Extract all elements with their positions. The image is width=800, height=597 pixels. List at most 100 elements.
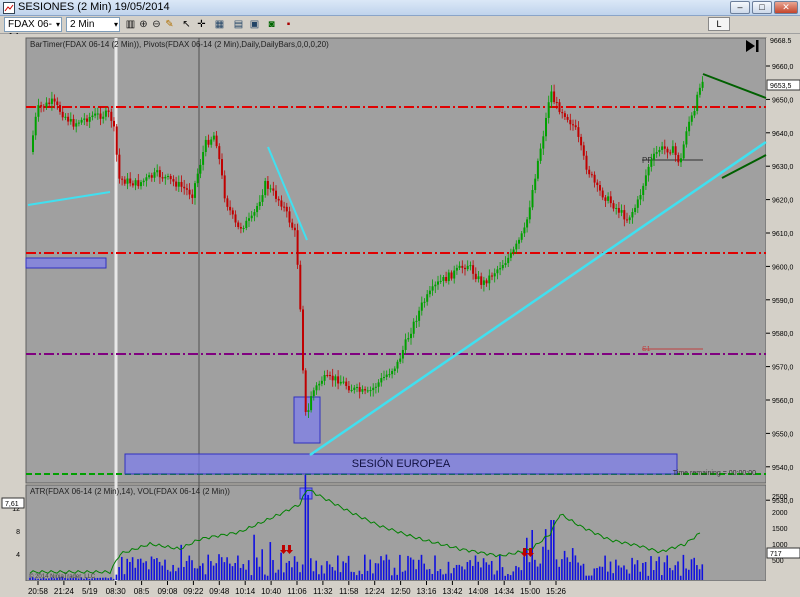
volume-bar (585, 575, 587, 580)
candle-body (585, 155, 588, 170)
volume-bar (301, 564, 304, 580)
volume-bar (677, 561, 679, 580)
zoom-out-icon[interactable]: ⊖ (150, 18, 163, 31)
zone-box[interactable] (25, 257, 107, 269)
chart-area[interactable]: BarTimer(FDAX 06-14 (2 Min)), Pivots(FDA… (0, 34, 800, 597)
candle-body (347, 385, 350, 391)
volume-bar (250, 575, 253, 580)
volume-bar (563, 550, 566, 580)
template-icon[interactable]: ▣ (248, 18, 261, 31)
candle-body (690, 115, 693, 122)
volume-bar (480, 567, 482, 580)
properties-icon[interactable]: ▦ (213, 18, 226, 31)
volume-bar (123, 574, 126, 580)
candle-body (312, 390, 315, 397)
candle-body (204, 139, 207, 153)
volume-bar (631, 557, 633, 580)
pointer-icon[interactable]: ↖ (180, 18, 193, 31)
price-panel[interactable] (25, 37, 767, 484)
volume-bar (523, 556, 525, 580)
volume-bar (420, 554, 423, 580)
volume-bar (312, 571, 315, 580)
candle-body (644, 175, 647, 186)
volume-bar (455, 564, 458, 580)
candle-body (310, 396, 313, 411)
crosshair-icon[interactable]: ✛ (195, 18, 208, 31)
time-tick-label: 14:34 (494, 587, 515, 596)
candle-body (277, 198, 280, 201)
volume-bar (210, 561, 212, 580)
volume-bar (609, 561, 612, 580)
link-button[interactable]: L (708, 17, 730, 31)
minimize-button[interactable]: – (730, 1, 750, 14)
volume-bar (596, 568, 598, 580)
candle-body (682, 144, 685, 159)
volume-bar (669, 567, 671, 580)
volume-bar (180, 544, 182, 580)
candle-body (431, 286, 434, 291)
zone-box[interactable] (293, 396, 321, 444)
candle-body (685, 131, 688, 145)
candle-body (474, 273, 477, 280)
candle-body (596, 182, 599, 186)
candle-body (526, 219, 529, 228)
volume-bar (617, 565, 620, 580)
interval-selector[interactable]: 2 Min ▾ (66, 17, 120, 32)
candle-body (661, 146, 664, 150)
interval-value: 2 Min (70, 19, 95, 30)
data-box-icon[interactable]: ▤ (232, 18, 245, 31)
volume-bar (229, 563, 231, 580)
candle-body (671, 146, 674, 153)
candle-body (520, 233, 523, 240)
candle-body (345, 381, 348, 386)
candle-body (329, 375, 331, 377)
time-tick-label: 11:32 (313, 587, 333, 596)
volume-bar (366, 570, 369, 580)
volume-bar (258, 566, 261, 580)
volume-bar (404, 570, 407, 580)
candle-body (696, 94, 699, 111)
volume-bar (112, 578, 115, 580)
volume-bar (515, 565, 517, 580)
candle-body (620, 210, 623, 213)
zoom-in-icon[interactable]: ⊕ (137, 18, 150, 31)
volume-bar (580, 565, 582, 580)
draw-tool-icon[interactable]: ✎ (163, 18, 176, 31)
volume-bar (598, 566, 601, 580)
indicator-panel[interactable] (25, 484, 767, 582)
volume-bar (620, 567, 623, 580)
volume-bar (682, 554, 685, 580)
volume-bar (196, 568, 199, 580)
volume-bar (625, 569, 628, 580)
time-tick-label: 13:42 (442, 587, 463, 596)
volume-bar (315, 560, 317, 580)
candle-body (61, 111, 64, 118)
maximize-button[interactable]: □ (752, 1, 772, 14)
candle-body (590, 174, 593, 176)
candle-body (509, 252, 512, 258)
candle-body (115, 126, 118, 155)
volume-bar (218, 554, 220, 580)
candle-body (91, 115, 94, 118)
candle-body (518, 239, 520, 244)
candle-body (434, 284, 437, 287)
time-tick-label: 20:58 (28, 587, 49, 596)
atr-tick-label: 8 (16, 529, 20, 536)
candle-body (110, 111, 113, 121)
strategy-icon[interactable]: ◙ (265, 18, 278, 31)
pdf-icon[interactable]: ▪ (282, 18, 295, 31)
instrument-selector[interactable]: FDAX 06-14▾ (4, 17, 62, 43)
close-button[interactable]: ✕ (774, 1, 798, 14)
candle-body (245, 220, 248, 229)
candle-body (339, 381, 342, 384)
candle-body (377, 382, 380, 387)
candle-body (626, 219, 628, 221)
bar-type-icon[interactable]: ▥ (124, 18, 137, 31)
candle-body (383, 376, 385, 379)
candle-body (615, 207, 618, 209)
volume-bar (685, 568, 687, 580)
candle-body (207, 139, 210, 145)
volume-bar (693, 557, 695, 580)
candle-body (196, 173, 199, 184)
candle-body (275, 190, 277, 199)
